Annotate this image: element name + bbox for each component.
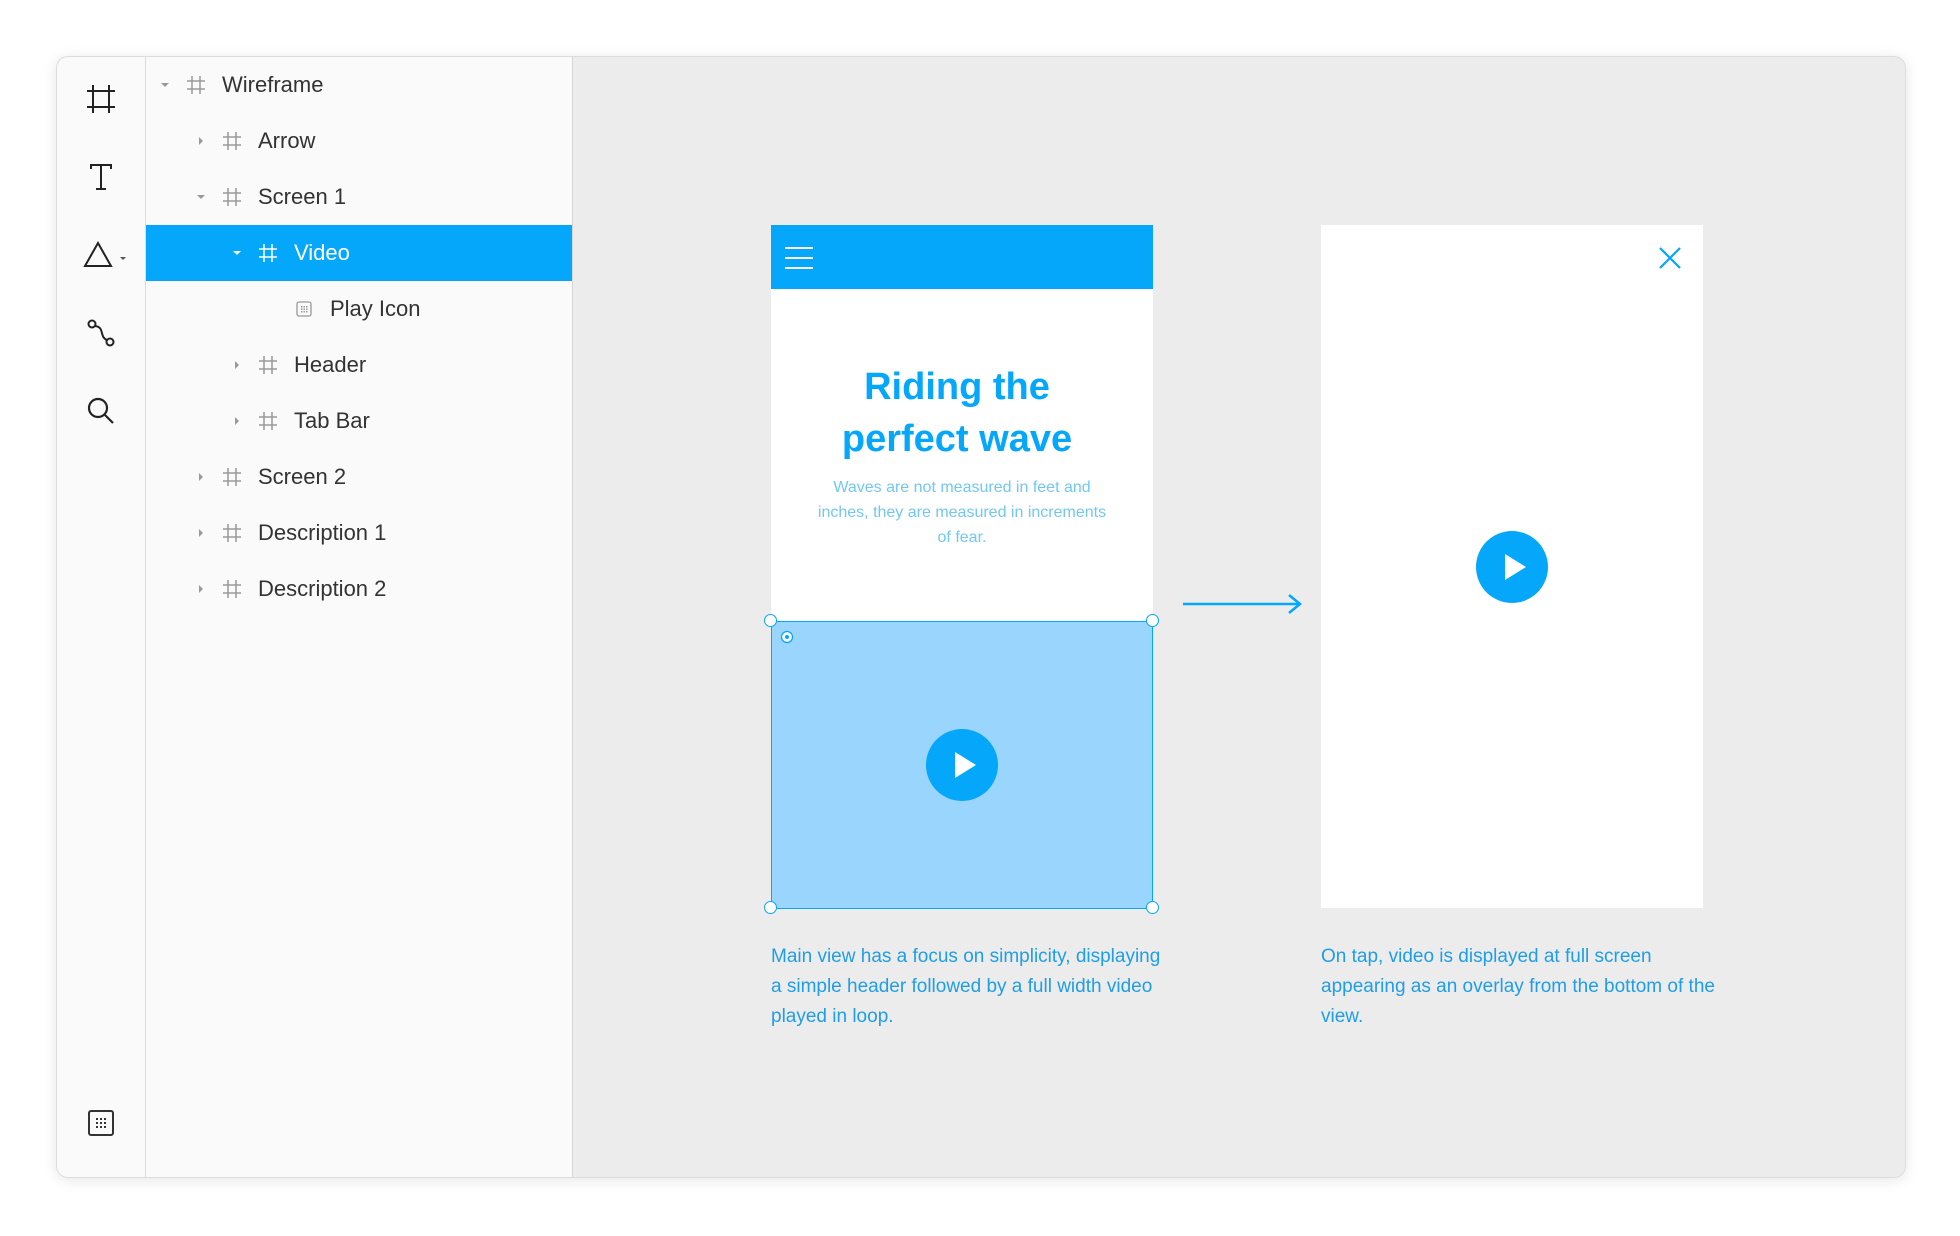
frame-hash-icon [223,580,241,598]
layer-label: Video [294,240,350,265]
layer-row-screen-1[interactable]: Screen 1 [146,169,572,225]
layer-label: Description 1 [258,520,387,545]
frame-hash-icon [187,76,205,94]
close-icon[interactable] [1659,247,1681,269]
layer-row-description-1[interactable]: Description 1 [146,505,572,561]
frame-hash-icon [259,244,277,262]
chevron-right-icon[interactable] [196,584,206,594]
layer-row-arrow[interactable]: Arrow [146,113,572,169]
layer-row-screen-2[interactable]: Screen 2 [146,449,572,505]
description-1: Main view has a focus on simplicity, dis… [771,946,1161,1027]
layer-label: Tab Bar [294,408,370,433]
chevron-right-icon[interactable] [232,416,242,426]
chevron-down-icon[interactable] [196,192,206,202]
app-window: Wireframe Arrow Screen 1 Video Play Icon… [56,56,1906,1178]
screen-header[interactable] [771,225,1153,289]
resize-handle[interactable] [764,901,777,914]
chevron-right-icon[interactable] [196,528,206,538]
frame-hash-icon [223,132,241,150]
frame-hash-icon [223,188,241,206]
layer-row-play-icon[interactable]: Play Icon [146,281,572,337]
grid-icon[interactable] [77,1099,125,1147]
text-icon[interactable] [77,153,125,201]
layer-row-tab-bar[interactable]: Tab Bar [146,393,572,449]
layer-label: Header [294,352,367,377]
chevron-down-icon[interactable] [232,248,242,258]
layer-row-video[interactable]: Video [146,225,572,281]
frame-hash-icon [259,412,277,430]
hamburger-menu-icon[interactable] [785,247,813,269]
layer-row-header[interactable]: Header [146,337,572,393]
video-frame[interactable] [771,621,1153,909]
flow-arrow[interactable] [1181,589,1307,619]
screen-2-artboard[interactable] [1321,225,1703,908]
description-2: On tap, video is displayed at full scree… [1321,946,1715,1027]
play-icon [955,752,976,778]
play-icon [1505,554,1526,580]
hero-title: Riding the perfect wave [841,366,1073,460]
pen-icon[interactable] [77,309,125,357]
target-icon [780,630,794,644]
frame-hash-icon [223,468,241,486]
frame-hash-icon [223,524,241,542]
layer-label: Arrow [258,128,316,153]
layer-label: Play Icon [330,296,421,321]
layer-label: Screen 2 [258,464,347,489]
design-canvas[interactable]: Riding the perfect wave Waves are not me… [573,57,1905,1177]
hero-subtitle: Waves are not measured in feet and inche… [817,479,1107,546]
layers-panel: Wireframe Arrow Screen 1 Video Play Icon… [146,57,573,1177]
chevron-right-icon[interactable] [196,472,206,482]
resize-handle[interactable] [1146,901,1159,914]
layer-row-description-2[interactable]: Description 2 [146,561,572,617]
play-button[interactable] [926,729,998,801]
chevron-right-icon[interactable] [232,360,242,370]
screen-1-artboard[interactable]: Riding the perfect wave Waves are not me… [764,225,1159,914]
shape-icon[interactable] [77,231,137,279]
layer-label: Screen 1 [258,184,347,209]
play-button[interactable] [1476,531,1548,603]
tool-bar [57,57,146,1177]
layer-label: Wireframe [222,72,324,97]
search-icon[interactable] [77,387,125,435]
layer-row-wireframe[interactable]: Wireframe [146,57,572,113]
component-icon [296,301,312,317]
layer-label: Description 2 [258,576,387,601]
resize-handle[interactable] [764,614,777,627]
resize-handle[interactable] [1146,614,1159,627]
chevron-down-icon[interactable] [160,80,170,90]
chevron-right-icon[interactable] [196,136,206,146]
frame-hash-icon [259,356,277,374]
frame-icon[interactable] [77,75,125,123]
